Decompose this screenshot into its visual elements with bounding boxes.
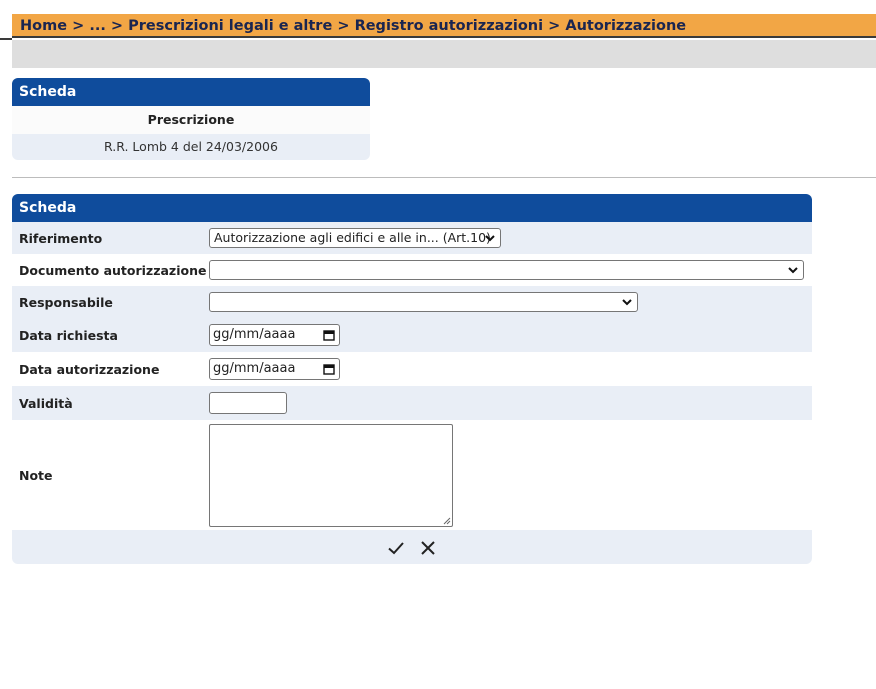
documento-select[interactable] — [209, 260, 804, 280]
chevron-down-icon — [788, 267, 798, 274]
prescrizione-header: Prescrizione — [12, 106, 370, 134]
data-autorizzazione-input[interactable]: gg/mm/aaaa — [209, 358, 340, 380]
prescrizione-value: R.R. Lomb 4 del 24/03/2006 — [12, 134, 370, 160]
note-textarea[interactable] — [209, 424, 453, 527]
row-data-richiesta: Data richiesta gg/mm/aaaa — [12, 318, 812, 352]
form-card-title: Scheda — [12, 194, 812, 222]
breadcrumb-separator: > — [548, 18, 566, 34]
data-autorizzazione-label: Data autorizzazione — [19, 361, 160, 377]
data-autorizzazione-placeholder: gg/mm/aaaa — [213, 361, 296, 376]
resize-grip-icon[interactable] — [442, 516, 451, 525]
breadcrumb-current: Autorizzazione — [565, 18, 687, 34]
chevron-down-icon — [622, 299, 632, 306]
row-note: Note — [12, 420, 812, 530]
calendar-icon[interactable] — [323, 363, 335, 375]
row-riferimento: Riferimento Autorizzazione agli edifici … — [12, 222, 812, 254]
responsabile-label: Responsabile — [19, 294, 113, 310]
summary-card-title: Scheda — [12, 78, 370, 106]
breadcrumb-home[interactable]: Home — [20, 18, 67, 34]
toolbar — [12, 40, 876, 68]
summary-card: Scheda Prescrizione R.R. Lomb 4 del 24/0… — [12, 78, 370, 160]
check-icon[interactable] — [387, 539, 405, 557]
row-validita: Validità — [12, 386, 812, 420]
data-richiesta-label: Data richiesta — [19, 327, 118, 343]
breadcrumb-registro[interactable]: Registro autorizzazioni — [355, 18, 544, 34]
data-richiesta-input[interactable]: gg/mm/aaaa — [209, 324, 340, 346]
breadcrumb-ellipsis[interactable]: ... — [89, 18, 106, 34]
riferimento-select[interactable]: Autorizzazione agli edifici e alle in...… — [209, 228, 501, 248]
form-actions — [12, 530, 812, 564]
responsabile-select[interactable] — [209, 292, 638, 312]
data-richiesta-placeholder: gg/mm/aaaa — [213, 327, 296, 342]
documento-label: Documento autorizzazione — [19, 262, 207, 278]
row-documento: Documento autorizzazione — [12, 254, 812, 286]
close-icon[interactable] — [419, 539, 437, 557]
breadcrumb-separator: > — [337, 18, 355, 34]
note-label: Note — [19, 467, 53, 483]
validita-input[interactable] — [209, 392, 287, 414]
row-responsabile: Responsabile — [12, 286, 812, 318]
section-divider — [12, 177, 876, 178]
chevron-down-icon — [485, 235, 495, 242]
riferimento-value: Autorizzazione agli edifici e alle in...… — [214, 230, 491, 245]
validita-label: Validità — [19, 395, 73, 411]
row-data-autorizzazione: Data autorizzazione gg/mm/aaaa — [12, 352, 812, 386]
breadcrumb-separator: > — [110, 18, 129, 34]
breadcrumb-separator: > — [72, 18, 90, 34]
breadcrumb-underline — [0, 38, 12, 40]
riferimento-label: Riferimento — [19, 230, 103, 246]
breadcrumb: Home > ... > Prescrizioni legali e altre… — [12, 14, 876, 38]
breadcrumb-prescrizioni[interactable]: Prescrizioni legali e altre — [128, 18, 332, 34]
form-card: Scheda Riferimento Autorizzazione agli e… — [12, 194, 812, 564]
calendar-icon[interactable] — [323, 329, 335, 341]
